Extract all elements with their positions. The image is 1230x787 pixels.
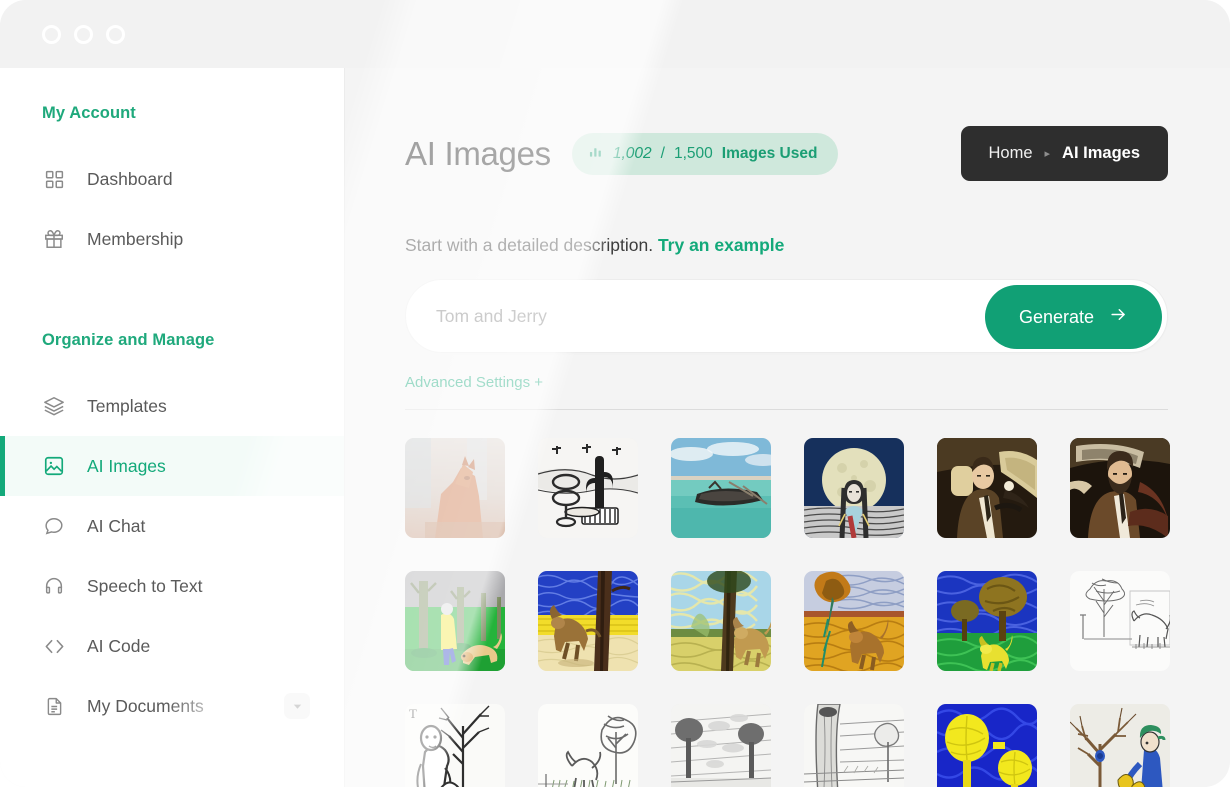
layers-icon [42, 394, 66, 418]
sidebar-item-label: My Documents [87, 696, 204, 717]
code-brackets-icon [42, 634, 66, 658]
prompt-hint: Start with a detailed description. Try a… [405, 235, 1168, 256]
sidebar: My Account Dashboard Membership Organize… [0, 68, 345, 787]
window-dot-1[interactable] [42, 25, 61, 44]
gallery-thumbnail[interactable] [405, 571, 505, 671]
gallery-thumbnail[interactable] [1070, 571, 1170, 671]
page-header: AI Images 1,002 / 1,500 Images Used [345, 68, 1230, 181]
main-content: AI Images 1,002 / 1,500 Images Used [345, 68, 1230, 787]
sidebar-item-label: AI Images [87, 456, 166, 477]
grid-icon [42, 167, 66, 191]
chevron-down-icon[interactable] [284, 693, 310, 719]
app-window: My Account Dashboard Membership Organize… [0, 0, 1230, 787]
usage-badge: 1,002 / 1,500 Images Used [572, 133, 839, 175]
usage-separator: / [661, 145, 665, 163]
gallery-thumbnail[interactable] [804, 704, 904, 787]
sidebar-item-label: AI Code [87, 636, 150, 657]
chat-bubble-icon [42, 514, 66, 538]
sidebar-item-ai-images[interactable]: AI Images [0, 436, 344, 496]
page-title: AI Images [405, 135, 551, 173]
sidebar-item-my-documents[interactable]: My Documents [0, 676, 344, 736]
sidebar-item-ai-chat[interactable]: AI Chat [0, 496, 344, 556]
usage-used: 1,002 [613, 145, 652, 163]
chevron-right-icon: ▸ [1045, 147, 1051, 160]
gallery-thumbnail[interactable] [804, 571, 904, 671]
gallery-thumbnail[interactable] [1070, 704, 1170, 787]
gallery-thumbnail[interactable] [937, 571, 1037, 671]
try-an-example-link[interactable]: Try an example [658, 235, 784, 255]
gallery-thumbnail[interactable] [405, 438, 505, 538]
usage-total: 1,500 [674, 145, 713, 163]
sidebar-item-templates[interactable]: Templates [0, 376, 344, 436]
sidebar-item-label: AI Chat [87, 516, 145, 537]
sidebar-item-label: Speech to Text [87, 576, 202, 597]
svg-text:T: T [409, 706, 417, 721]
gallery-thumbnail[interactable] [1070, 438, 1170, 538]
sidebar-item-label: Dashboard [87, 169, 173, 190]
gallery-thumbnail[interactable] [538, 571, 638, 671]
image-gallery-grid: T [345, 438, 1230, 787]
breadcrumb-current: AI Images [1062, 144, 1140, 163]
sidebar-item-label: Templates [87, 396, 167, 417]
gallery-thumbnail[interactable] [538, 704, 638, 787]
sidebar-item-speech-to-text[interactable]: Speech to Text [0, 556, 344, 616]
generate-button-label: Generate [1019, 307, 1094, 328]
gallery-thumbnail[interactable] [937, 704, 1037, 787]
sidebar-item-label: Membership [87, 229, 183, 250]
sidebar-item-dashboard[interactable]: Dashboard [0, 149, 344, 209]
window-dot-3[interactable] [106, 25, 125, 44]
generate-button[interactable]: Generate [985, 285, 1162, 349]
breadcrumb: Home ▸ AI Images [961, 126, 1169, 181]
image-icon [42, 454, 66, 478]
prompt-input-wrapper: Generate [405, 279, 1168, 353]
window-titlebar [0, 0, 1230, 68]
sidebar-item-ai-code[interactable]: AI Code [0, 616, 344, 676]
gallery-thumbnail[interactable] [671, 571, 771, 671]
gallery-thumbnail[interactable] [804, 438, 904, 538]
gallery-thumbnail[interactable] [671, 438, 771, 538]
advanced-settings-toggle[interactable]: Advanced Settings + [405, 374, 543, 391]
sidebar-section-my-account: My Account [0, 104, 344, 123]
breadcrumb-home[interactable]: Home [989, 144, 1033, 163]
usage-label: Images Used [722, 145, 818, 163]
sidebar-section-organize-and-manage: Organize and Manage [0, 331, 344, 350]
bar-chart-icon [589, 144, 604, 164]
section-divider [405, 409, 1168, 410]
gallery-thumbnail[interactable] [937, 438, 1037, 538]
gallery-thumbnail[interactable]: T [405, 704, 505, 787]
prompt-section: Start with a detailed description. Try a… [345, 235, 1230, 410]
arrow-right-icon [1109, 305, 1128, 329]
sidebar-item-membership[interactable]: Membership [0, 209, 344, 269]
gift-icon [42, 227, 66, 251]
headphones-icon [42, 574, 66, 598]
prompt-hint-text: Start with a detailed description. [405, 235, 653, 255]
window-dot-2[interactable] [74, 25, 93, 44]
title-group: AI Images 1,002 / 1,500 Images Used [405, 133, 838, 175]
gallery-thumbnail[interactable] [671, 704, 771, 787]
document-icon [42, 694, 66, 718]
gallery-thumbnail[interactable] [538, 438, 638, 538]
